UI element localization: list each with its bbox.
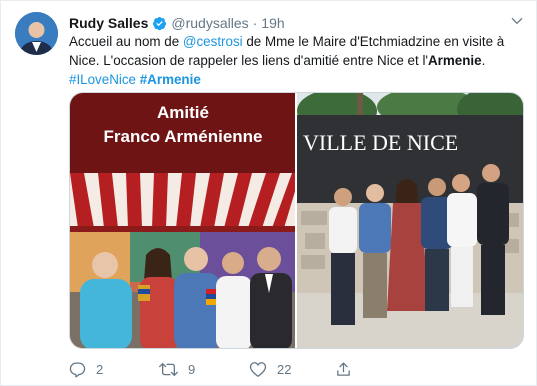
bold-keyword: Armenie xyxy=(427,53,482,68)
separator-dot: · xyxy=(252,15,258,31)
tweet-card[interactable]: Rudy Salles @rudysalles · 19h Accueil au… xyxy=(0,0,537,386)
tweet-text-line-1: Accueil au nom de @cestrosi de Mme le Ma… xyxy=(69,32,519,51)
tweet-text-segment: . xyxy=(481,53,486,68)
retweet-button[interactable]: 9 xyxy=(159,361,195,378)
chevron-down-icon[interactable] xyxy=(510,14,524,33)
retweet-count: 9 xyxy=(188,362,196,377)
author-name[interactable]: Rudy Salles xyxy=(69,15,148,31)
reply-button[interactable]: 2 xyxy=(69,361,103,378)
hashtag-link-ilovenice[interactable]: #ILoveNice xyxy=(69,72,136,87)
share-button[interactable] xyxy=(335,361,352,378)
avatar[interactable] xyxy=(15,12,58,55)
tweet-actions: 2 9 22 xyxy=(69,361,529,383)
ville-de-nice-sign: VILLE DE NICE xyxy=(303,130,458,155)
banner-line-1: Amitié xyxy=(157,103,209,122)
tweet-text-segment: Nice. L'occasion de rappeler les liens d… xyxy=(69,53,428,68)
retweet-icon xyxy=(159,361,178,378)
avatar-image xyxy=(15,12,58,55)
photo-right[interactable]: VILLE DE NICE xyxy=(297,93,523,348)
hashtag-link-armenie[interactable]: #Armenie xyxy=(140,72,201,87)
author-handle[interactable]: @rudysalles xyxy=(171,15,248,31)
share-icon xyxy=(335,361,352,378)
like-count: 22 xyxy=(277,362,292,377)
tweet-text-line-2: Nice. L'occasion de rappeler les liens d… xyxy=(69,51,519,70)
tweet-text-segment: Accueil au nom de xyxy=(69,34,183,49)
mention-link[interactable]: @cestrosi xyxy=(183,34,243,49)
tweet-timestamp[interactable]: 19h xyxy=(261,15,284,31)
tweet-media[interactable]: Amitié Franco Arménienne VILLE DE NICE xyxy=(69,92,524,349)
tweet-text: Accueil au nom de @cestrosi de Mme le Ma… xyxy=(69,32,519,89)
tweet-text-segment: de Mme le Maire d'Etchmiadzine en visite… xyxy=(242,34,505,49)
tweet-text-line-3: #ILoveNice #Armenie xyxy=(69,70,519,89)
photo-left[interactable]: Amitié Franco Arménienne xyxy=(70,93,295,348)
photo-left-banner: Amitié Franco Arménienne xyxy=(70,93,295,173)
reply-icon xyxy=(69,361,86,378)
banner-line-2: Franco Arménienne xyxy=(103,127,263,146)
like-icon xyxy=(249,361,267,378)
photo-right-image: VILLE DE NICE xyxy=(297,93,523,348)
reply-count: 2 xyxy=(96,362,104,377)
tweet-header: Rudy Salles @rudysalles · 19h xyxy=(69,13,526,33)
like-button[interactable]: 22 xyxy=(249,361,291,378)
verified-badge-icon xyxy=(152,16,167,31)
